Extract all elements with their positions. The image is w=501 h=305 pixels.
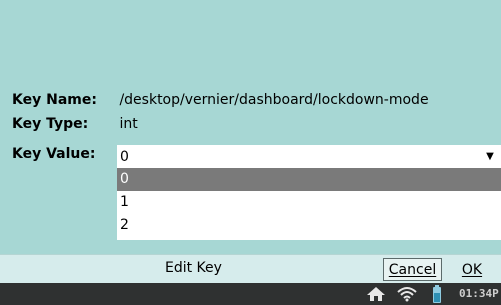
- status-bar: 01:34P: [0, 283, 501, 305]
- key-name-value: /desktop/vernier/dashboard/lockdown-mode: [119, 92, 429, 108]
- chevron-down-icon[interactable]: ▼: [479, 145, 501, 168]
- option-item[interactable]: 0: [117, 168, 501, 191]
- edit-key-screen: Key Name: /desktop/vernier/dashboard/loc…: [0, 0, 501, 305]
- ok-button-label: OK: [461, 261, 483, 278]
- key-value-select[interactable]: 0 ▼: [117, 145, 501, 168]
- key-name-row: Key Name: /desktop/vernier/dashboard/loc…: [12, 92, 429, 108]
- key-type-value: int: [119, 116, 138, 132]
- dialog-button-bar: Edit Key Cancel OK: [0, 254, 501, 283]
- dialog-title: Edit Key: [165, 260, 222, 276]
- cancel-button-label: Cancel: [388, 261, 437, 278]
- key-value-label: Key Value:: [12, 146, 96, 162]
- option-item[interactable]: 2: [117, 214, 501, 237]
- wifi-icon: [396, 286, 418, 305]
- battery-icon: [432, 285, 442, 305]
- home-icon[interactable]: [366, 286, 386, 305]
- ok-button[interactable]: OK: [452, 258, 492, 281]
- clock: 01:34P: [459, 287, 499, 300]
- cancel-button[interactable]: Cancel: [383, 258, 442, 281]
- key-type-label: Key Type:: [12, 116, 89, 132]
- option-item[interactable]: 1: [117, 191, 501, 214]
- key-value-options-list: 0 1 2: [117, 168, 501, 240]
- key-value-selected: 0: [120, 148, 129, 165]
- key-name-label: Key Name:: [12, 92, 97, 108]
- key-type-row: Key Type: int: [12, 116, 138, 132]
